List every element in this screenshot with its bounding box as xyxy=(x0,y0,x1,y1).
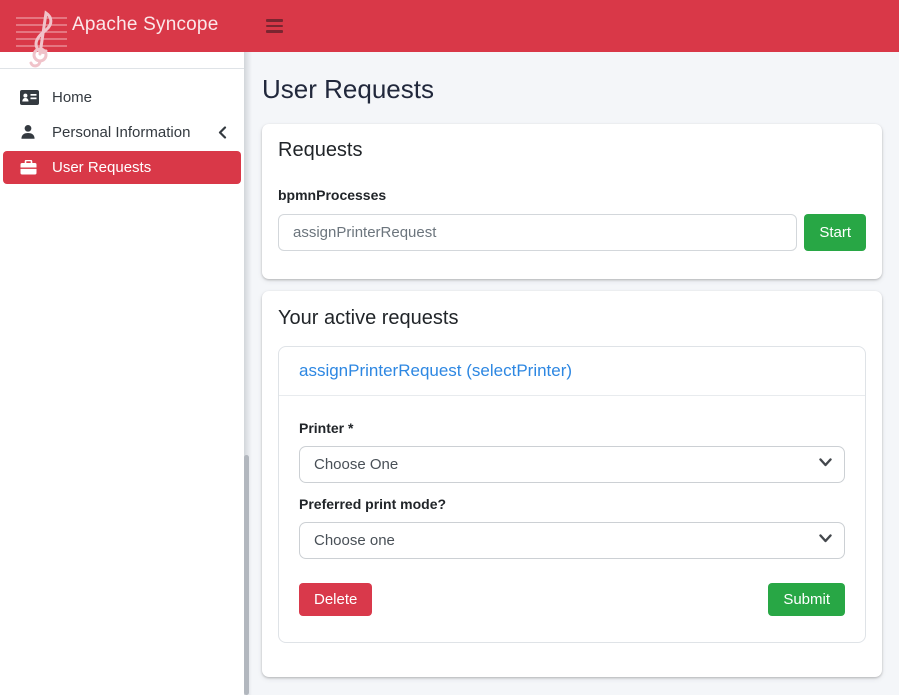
page-title: User Requests xyxy=(262,74,882,105)
active-requests-card: Your active requests assignPrinterReques… xyxy=(262,291,882,677)
request-panel-header: assignPrinterRequest (selectPrinter) xyxy=(279,347,865,396)
print-mode-select[interactable]: Choose one xyxy=(299,522,845,559)
bpmn-processes-label: bpmnProcesses xyxy=(278,187,866,203)
chevron-left-icon xyxy=(218,126,227,139)
submit-button[interactable]: Submit xyxy=(768,583,845,616)
request-actions: Delete Submit xyxy=(299,583,845,616)
user-icon xyxy=(20,124,42,140)
sidebar-item-label: User Requests xyxy=(52,159,151,176)
sidebar-item-home[interactable]: Home xyxy=(3,81,241,113)
print-mode-select-wrap: Choose one xyxy=(299,522,845,559)
request-link[interactable]: assignPrinterRequest (selectPrinter) xyxy=(299,361,572,380)
sidebar-item-personal-information[interactable]: Personal Information xyxy=(3,116,241,148)
briefcase-icon xyxy=(20,160,42,175)
requests-card-title: Requests xyxy=(278,139,866,162)
sidebar-nav: Home Personal Information xyxy=(0,69,244,184)
content-area: User Requests Requests bpmnProcesses Sta… xyxy=(244,52,899,695)
hamburger-icon[interactable] xyxy=(266,17,288,35)
printer-label: Printer * xyxy=(299,420,845,436)
sidebar: Home Personal Information xyxy=(0,52,244,695)
print-mode-label: Preferred print mode? xyxy=(299,496,845,512)
requests-card: Requests bpmnProcesses Start xyxy=(262,124,882,279)
printer-select-wrap: Choose One xyxy=(299,446,845,483)
delete-button[interactable]: Delete xyxy=(299,583,372,616)
start-button[interactable]: Start xyxy=(804,214,866,251)
bpmn-process-input[interactable] xyxy=(278,214,797,251)
id-card-icon xyxy=(20,90,42,105)
sidebar-item-label: Home xyxy=(52,89,92,106)
brand-header[interactable]: Apache Syncope xyxy=(0,0,244,52)
process-row: Start xyxy=(278,214,866,251)
scrollbar-thumb[interactable] xyxy=(244,455,249,695)
request-panel-body: Printer * Choose One Preferred print mod… xyxy=(279,396,865,642)
active-requests-card-title: Your active requests xyxy=(278,307,866,330)
sidebar-item-label: Personal Information xyxy=(52,124,190,141)
treble-clef-icon xyxy=(10,6,72,77)
brand-title: Apache Syncope xyxy=(72,14,218,36)
request-panel: assignPrinterRequest (selectPrinter) Pri… xyxy=(278,346,866,643)
printer-select[interactable]: Choose One xyxy=(299,446,845,483)
sidebar-item-user-requests[interactable]: User Requests xyxy=(3,151,241,184)
